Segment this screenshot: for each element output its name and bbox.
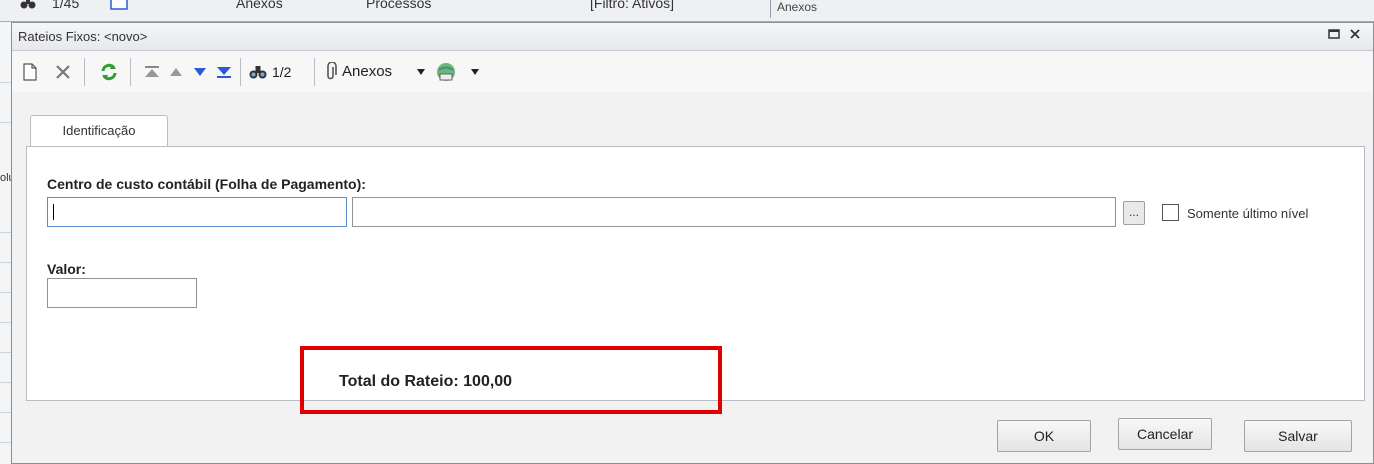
maximize-icon[interactable] <box>1328 28 1340 44</box>
refresh-icon[interactable] <box>98 60 120 84</box>
dialog-titlebar[interactable]: Rateios Fixos: <novo> <box>12 23 1373 51</box>
last-record-icon[interactable] <box>214 60 234 84</box>
ok-button[interactable]: OK <box>997 420 1091 452</box>
globe-dropdown-icon[interactable] <box>468 60 482 84</box>
next-record-icon[interactable] <box>190 60 210 84</box>
binoculars-icon[interactable] <box>248 60 268 84</box>
toolbar-separator <box>130 58 131 86</box>
background-toolbar: 1/45 Anexos Processos [Filtro: Ativos] A… <box>0 0 1374 22</box>
close-icon[interactable] <box>1349 28 1361 44</box>
attachments-button[interactable]: Anexos <box>342 60 392 84</box>
background-attachments-button[interactable]: Anexos <box>236 0 283 14</box>
toolbar-separator <box>84 58 85 86</box>
background-binoculars-icon <box>20 0 36 16</box>
dialog-toolbar: 1/2 Anexos <box>12 52 1373 92</box>
dialog-title: Rateios Fixos: <novo> <box>18 29 148 44</box>
cancel-button[interactable]: Cancelar <box>1118 418 1212 450</box>
save-button[interactable]: Salvar <box>1244 420 1352 452</box>
background-filter-button[interactable]: [Filtro: Ativos] <box>590 0 674 14</box>
first-record-icon[interactable] <box>142 60 162 84</box>
ok-button-label: OK <box>1033 428 1055 444</box>
only-last-level-checkbox[interactable] <box>1162 204 1179 221</box>
background-record-counter: 1/45 <box>52 0 80 11</box>
background-processes-button[interactable]: Processos <box>366 0 431 14</box>
value-input[interactable] <box>47 278 197 308</box>
record-counter: 1/2 <box>272 64 292 80</box>
save-button-label: Salvar <box>1278 428 1318 444</box>
toolbar-separator <box>314 58 315 86</box>
previous-record-icon[interactable] <box>166 60 186 84</box>
paperclip-icon[interactable] <box>322 60 340 84</box>
tab-identificacao-label: Identificação <box>62 123 136 138</box>
lookup-button-label: ... <box>1128 205 1139 219</box>
highlight-box <box>300 346 722 414</box>
rateios-fixos-dialog: Rateios Fixos: <novo> 1/2 Anexos Identif… <box>11 22 1374 464</box>
new-record-icon[interactable] <box>20 60 40 84</box>
cost-center-description-input[interactable] <box>352 197 1116 227</box>
value-label: Valor: <box>47 261 86 277</box>
text-caret <box>53 204 54 220</box>
background-attachments-tab[interactable]: Anexos <box>770 0 817 18</box>
delete-icon[interactable] <box>52 60 74 84</box>
cancel-button-label: Cancelar <box>1136 426 1194 442</box>
only-last-level-label[interactable]: Somente último nível <box>1187 206 1308 221</box>
cost-center-label: Centro de custo contábil (Folha de Pagam… <box>47 176 366 192</box>
tab-identificacao[interactable]: Identificação <box>30 115 168 147</box>
globe-printer-icon[interactable] <box>434 60 458 84</box>
toolbar-separator <box>240 58 241 86</box>
background-calendar-icon[interactable] <box>110 0 128 16</box>
cost-center-lookup-button[interactable]: ... <box>1123 201 1145 225</box>
attachments-dropdown-icon[interactable] <box>414 60 428 84</box>
cost-center-code-input[interactable] <box>47 197 347 227</box>
